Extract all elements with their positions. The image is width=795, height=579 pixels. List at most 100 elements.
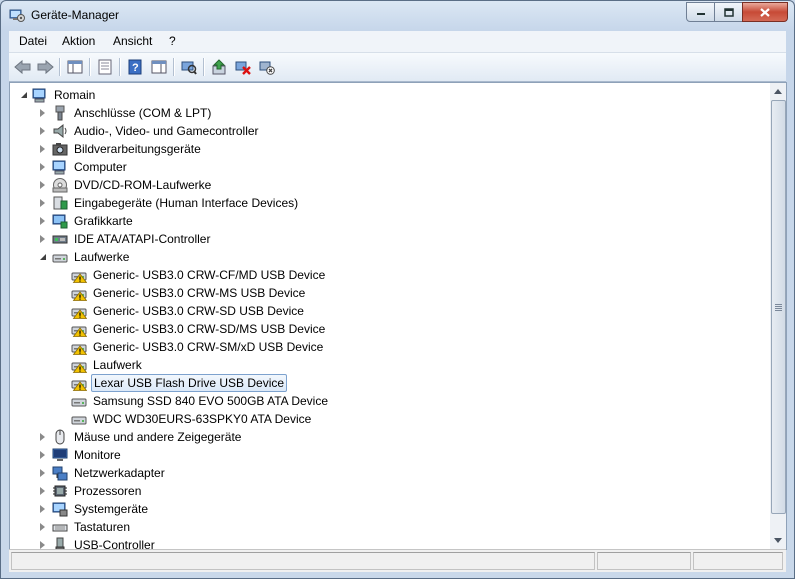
tree-root[interactable]: Romain xyxy=(10,86,770,104)
tree-item-label: Generic- USB3.0 CRW-MS USB Device xyxy=(93,286,306,300)
forward-button[interactable] xyxy=(35,57,55,77)
expand-arrow-icon[interactable] xyxy=(40,451,45,459)
ide-controller-icon xyxy=(52,235,68,244)
scan-hardware-button[interactable] xyxy=(179,57,199,77)
tree-category[interactable]: Anschlüsse (COM & LPT) xyxy=(10,104,770,122)
device-tree[interactable]: Romain Anschlüsse (COM & LPT) Audio-, Vide… xyxy=(9,82,771,550)
update-driver-button[interactable] xyxy=(209,57,229,77)
tree-category[interactable]: Bildverarbeitungsgeräte xyxy=(10,140,770,158)
tree-item-label: IDE ATA/ATAPI-Controller xyxy=(74,232,211,246)
tree-category[interactable]: DVD/CD-ROM-Laufwerke xyxy=(10,176,770,194)
uninstall-button[interactable] xyxy=(233,57,253,77)
tree-category[interactable]: Laufwerke xyxy=(10,248,770,266)
tree-item-label: Prozessoren xyxy=(74,484,142,498)
toolbar: ? xyxy=(9,53,786,82)
tree-item-label: Audio-, Video- und Gamecontroller xyxy=(74,124,259,138)
tree-device[interactable]: Generic- USB3.0 CRW-SM/xD USB Device xyxy=(10,338,770,356)
tree-category[interactable]: Systemgeräte xyxy=(10,500,770,518)
disk-drive-icon xyxy=(71,380,87,391)
tree-device[interactable]: Generic- USB3.0 CRW-CF/MD USB Device xyxy=(10,266,770,284)
scroll-down-button[interactable] xyxy=(770,532,786,548)
minimize-button[interactable] xyxy=(686,2,715,22)
tree-device-selected[interactable]: Lexar USB Flash Drive USB Device xyxy=(10,374,770,392)
tree-category[interactable]: Prozessoren xyxy=(10,482,770,500)
tree-category[interactable]: Mäuse und andere Zeigegeräte xyxy=(10,428,770,446)
expand-arrow-icon[interactable] xyxy=(40,109,45,117)
tree-device[interactable]: Generic- USB3.0 CRW-SD USB Device xyxy=(10,302,770,320)
tree-category[interactable]: Monitore xyxy=(10,446,770,464)
expand-arrow-icon[interactable] xyxy=(40,505,45,513)
tree-category[interactable]: IDE ATA/ATAPI-Controller xyxy=(10,230,770,248)
tree-item-label: Eingabegeräte (Human Interface Devices) xyxy=(74,196,299,210)
status-pane-2 xyxy=(597,552,691,570)
tree-category[interactable]: Computer xyxy=(10,158,770,176)
tree-category[interactable]: USB-Controller xyxy=(10,536,770,550)
title-bar[interactable]: Geräte-Manager xyxy=(1,1,794,31)
tree-item-label: WDC WD30EURS-63SPKY0 ATA Device xyxy=(93,412,312,426)
collapse-arrow-icon[interactable] xyxy=(40,254,46,260)
expand-arrow-icon[interactable] xyxy=(40,181,45,189)
menu-ansicht[interactable]: Ansicht xyxy=(113,34,152,48)
tree-item-label: Generic- USB3.0 CRW-SD USB Device xyxy=(93,304,304,318)
tree-item-label: Laufwerke xyxy=(74,250,130,264)
tree-item-label: Generic- USB3.0 CRW-SD/MS USB Device xyxy=(93,322,326,336)
help-button[interactable]: ? xyxy=(125,57,145,77)
tree-item-label: Bildverarbeitungsgeräte xyxy=(74,142,201,156)
tree-device[interactable]: Generic- USB3.0 CRW-SD/MS USB Device xyxy=(10,320,770,338)
menu-datei[interactable]: Datei xyxy=(19,34,47,48)
chevron-up-icon xyxy=(774,88,782,94)
tree-category[interactable]: Tastaturen xyxy=(10,518,770,536)
menu-help[interactable]: ? xyxy=(169,34,176,48)
expand-arrow-icon[interactable] xyxy=(40,199,45,207)
system-device-icon xyxy=(52,502,68,517)
tree-device[interactable]: WDC WD30EURS-63SPKY0 ATA Device xyxy=(10,410,770,428)
tree-category[interactable]: Audio-, Video- und Gamecontroller xyxy=(10,122,770,140)
vertical-scrollbar[interactable] xyxy=(770,82,787,550)
disable-device-button[interactable] xyxy=(257,57,277,77)
tree-category[interactable]: Eingabegeräte (Human Interface Devices) xyxy=(10,194,770,212)
expand-arrow-icon[interactable] xyxy=(40,217,45,225)
tree-item-label: USB-Controller xyxy=(74,538,155,550)
scroll-up-button[interactable] xyxy=(770,83,786,99)
close-icon xyxy=(760,7,770,17)
tree-item-label: Generic- USB3.0 CRW-SM/xD USB Device xyxy=(93,340,324,354)
minimize-icon xyxy=(696,13,705,15)
disk-drive-icon xyxy=(71,416,87,425)
action-pane-button[interactable] xyxy=(149,57,169,77)
tree-device[interactable]: Laufwerk xyxy=(10,356,770,374)
close-button[interactable] xyxy=(742,2,788,22)
properties-button[interactable] xyxy=(95,57,115,77)
status-bar xyxy=(9,549,786,572)
disable-device-icon xyxy=(259,61,275,75)
maximize-button[interactable] xyxy=(714,2,743,22)
disk-drive-icon xyxy=(71,326,87,337)
tree-category[interactable]: Netzwerkadapter xyxy=(10,464,770,482)
disk-drive-icon xyxy=(71,398,87,407)
tree-item-label: Mäuse und andere Zeigegeräte xyxy=(74,430,242,444)
monitor-icon xyxy=(52,448,68,461)
tree-category[interactable]: Grafikkarte xyxy=(10,212,770,230)
menu-aktion[interactable]: Aktion xyxy=(62,34,95,48)
expand-arrow-icon[interactable] xyxy=(40,469,45,477)
collapse-arrow-icon[interactable] xyxy=(21,92,27,98)
expand-arrow-icon[interactable] xyxy=(40,487,45,495)
tree-device[interactable]: Samsung SSD 840 EVO 500GB ATA Device xyxy=(10,392,770,410)
tree-item-label: Netzwerkadapter xyxy=(74,466,165,480)
expand-arrow-icon[interactable] xyxy=(40,127,45,135)
tree-device[interactable]: Generic- USB3.0 CRW-MS USB Device xyxy=(10,284,770,302)
expand-arrow-icon[interactable] xyxy=(40,235,45,243)
disk-drive-icon xyxy=(71,344,87,355)
expand-arrow-icon[interactable] xyxy=(40,523,45,531)
status-pane-main xyxy=(11,552,595,570)
expand-arrow-icon[interactable] xyxy=(40,541,45,549)
scrollbar-thumb[interactable] xyxy=(771,100,786,514)
show-hide-console-tree-button[interactable] xyxy=(65,57,85,77)
tree-item-label: Anschlüsse (COM & LPT) xyxy=(74,106,212,120)
help-icon: ? xyxy=(128,59,142,75)
back-button[interactable] xyxy=(13,57,33,77)
expand-arrow-icon[interactable] xyxy=(40,163,45,171)
expand-arrow-icon[interactable] xyxy=(40,145,45,153)
tree-item-label: Tastaturen xyxy=(74,520,131,534)
display-adapter-icon xyxy=(52,214,68,229)
expand-arrow-icon[interactable] xyxy=(40,433,45,441)
